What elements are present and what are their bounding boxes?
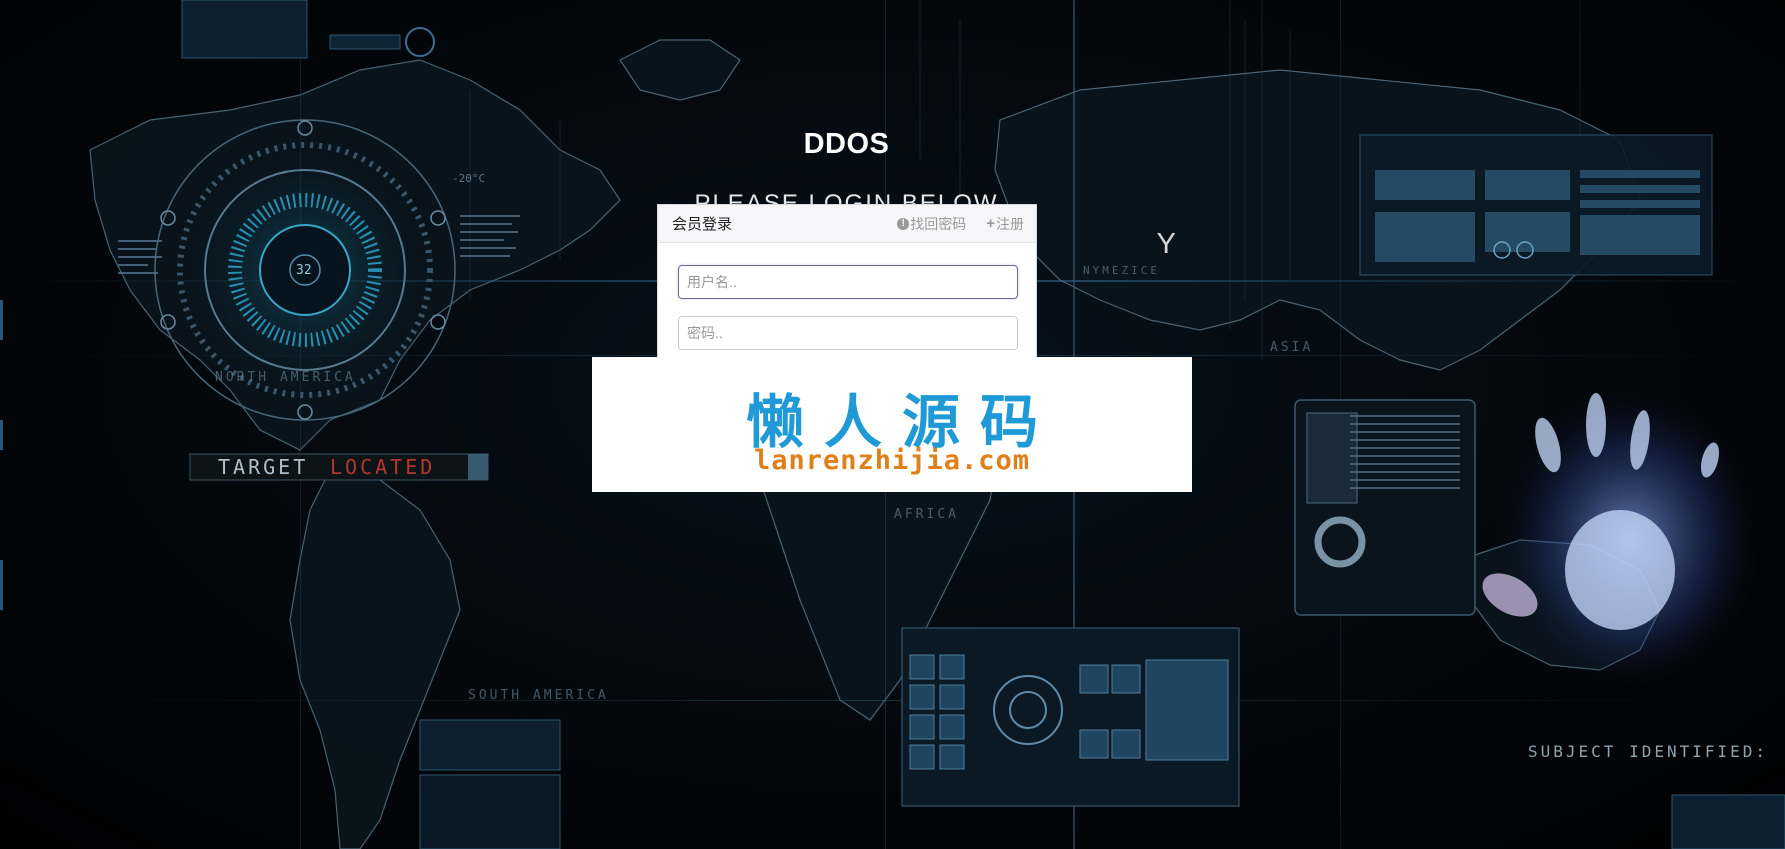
plus-icon: + xyxy=(986,215,995,232)
region-label-nymezice: NYMEZICE xyxy=(1083,264,1160,277)
region-label-north-america: NORTH AMERICA xyxy=(215,370,356,385)
target-label: TARGET xyxy=(218,455,309,479)
subtitle-line2-right: Y xyxy=(1156,228,1179,260)
login-title: 会员登录 xyxy=(672,216,733,233)
region-label-asia: ASIA xyxy=(1270,340,1314,355)
region-label-south-america: SOUTH AMERICA xyxy=(468,688,609,703)
located-label: LOCATED xyxy=(330,455,436,479)
info-icon: ! xyxy=(897,217,910,230)
page-title: DDOS xyxy=(803,128,890,160)
watermark-url: lanrenzhijia.com xyxy=(753,445,1031,476)
password-input[interactable] xyxy=(678,316,1018,350)
region-label-africa: AFRICA xyxy=(894,507,959,522)
temperature-readout: -20°C xyxy=(452,172,486,185)
forgot-password-label: 找回密码 xyxy=(910,215,967,232)
register-label: 注册 xyxy=(996,215,1024,232)
login-page: TARGET LOCATED SUBJECT IDENTIFIED: NORTH… xyxy=(0,0,1785,849)
username-input[interactable] xyxy=(678,265,1018,299)
subject-identified-label: SUBJECT IDENTIFIED: xyxy=(1528,742,1769,761)
login-panel: 会员登录 ! 找回密码 + 注册 xyxy=(657,204,1037,359)
login-panel-header: 会员登录 ! 找回密码 + 注册 xyxy=(658,205,1036,243)
forgot-password-link[interactable]: ! 找回密码 xyxy=(897,214,966,234)
register-link[interactable]: + 注册 xyxy=(986,214,1024,234)
gauge-value: 32 xyxy=(296,263,312,278)
watermark-banner: 懒人源码 lanrenzhijia.com xyxy=(592,357,1192,492)
